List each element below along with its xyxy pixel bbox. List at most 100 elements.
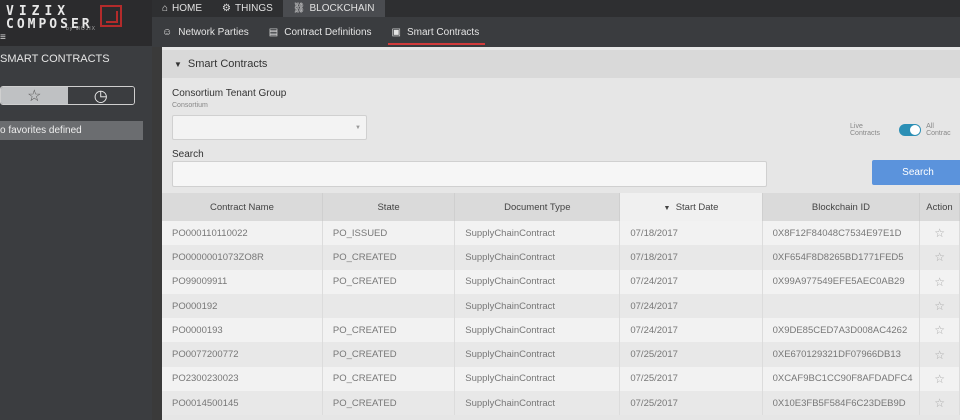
col-start-date[interactable]: ▼ Start Date [619, 193, 763, 221]
sort-desc-icon: ▼ [663, 204, 671, 212]
cell-state: PO_CREATED [322, 269, 456, 294]
panel-title: Smart Contracts [187, 58, 268, 70]
table-row[interactable]: PO0000193 PO_CREATED SupplyChainContract 07… [162, 318, 960, 343]
cell-contract-name: PO0014500145 [162, 391, 323, 416]
top-navigation: ⌂ HOME ⚙ THINGS ⛓ BLOCKCHAIN [152, 0, 960, 17]
cell-document-type: SupplyChainContract [454, 221, 621, 246]
favorite-star-icon[interactable]: ☆ [919, 221, 960, 246]
logo-subtext: by MOJIX [66, 26, 96, 32]
cell-state: PO_CREATED [322, 342, 456, 367]
cell-contract-name: PO0077200772 [162, 342, 323, 367]
cell-blockchain-id: 0X9DE85CED7A3D008AC4262 [762, 318, 921, 343]
cell-blockchain-id: 0X8F12F84048C7534E97E1D [762, 221, 921, 246]
col-document-type[interactable]: Document Type [454, 193, 621, 221]
cell-start-date: 07/25/2017 [619, 342, 763, 367]
favorites-empty-message: o favorites defined [0, 121, 143, 140]
table-row[interactable]: PO99009911 PO_CREATED SupplyChainContract 0… [162, 269, 960, 294]
cell-contract-name: PO99009911 [162, 269, 323, 294]
cell-start-date: 07/25/2017 [619, 366, 763, 392]
nav-things[interactable]: ⚙ THINGS [212, 0, 283, 17]
tab-network-parties-label: Network Parties [178, 26, 249, 38]
app-logo[interactable]: VIZIX COMPOSER by MOJIX ≡ [0, 0, 152, 46]
cell-blockchain-id: 0XE670129321DF07966DB13 [762, 342, 921, 367]
cell-contract-name: PO000110110022 [162, 221, 323, 246]
tab-contract-definitions-label: Contract Definitions [284, 26, 372, 38]
col-contract-name[interactable]: Contract Name [162, 193, 323, 221]
sidebar: VIZIX COMPOSER by MOJIX ≡ SMART CONTRACT… [0, 0, 152, 420]
cell-blockchain-id: 0X99A977549EFE5AEC0AB29 [762, 269, 921, 294]
cell-document-type: SupplyChainContract [454, 269, 621, 294]
table-row[interactable]: PO2300230023 PO_CREATED SupplyChainContrac… [162, 366, 960, 392]
cell-blockchain-id: 0XF654F8D8265BD1771FED5 [762, 245, 921, 270]
document-icon: ▤ [268, 26, 279, 38]
favorites-recent-toggle[interactable]: ☆ ◷ [0, 86, 135, 105]
contracts-toggle-switch[interactable] [899, 124, 922, 136]
cell-document-type: SupplyChainContract [454, 318, 621, 343]
blockchain-icon: ⛓ [292, 3, 306, 14]
star-icon: ☆ [27, 87, 42, 105]
search-button[interactable]: Search [872, 160, 960, 185]
table-row[interactable]: PO000192 SupplyChainContract 07/24/2017 ☆ [162, 293, 960, 319]
cell-blockchain-id: 0XCAF9BC1CC90F8AFDADFC4 [762, 366, 921, 392]
favorite-star-icon[interactable]: ☆ [919, 342, 960, 367]
search-input[interactable] [172, 161, 767, 187]
favorite-star-icon[interactable]: ☆ [919, 366, 960, 392]
cell-contract-name: PO000192 [162, 293, 323, 319]
cell-state: PO_CREATED [322, 391, 456, 416]
home-icon: ⌂ [162, 3, 169, 14]
things-icon: ⚙ [222, 3, 232, 14]
nav-blockchain[interactable]: ⛓ BLOCKCHAIN [282, 0, 385, 17]
table-row[interactable]: PO0077200772 PO_CREATED SupplyChainContrac… [162, 342, 960, 367]
logo-mark-icon [100, 5, 122, 27]
table-row[interactable]: PO000110110022 PO_ISSUED SupplyChainContra… [162, 221, 960, 246]
cell-state: PO_CREATED [322, 318, 456, 343]
col-state[interactable]: State [322, 193, 456, 221]
tab-network-parties[interactable]: ☺ Network Parties [152, 17, 259, 47]
cell-document-type: SupplyChainContract [454, 342, 621, 367]
cell-state: PO_CREATED [322, 245, 456, 270]
cell-start-date: 07/25/2017 [619, 391, 763, 416]
contracts-table: Contract Name State Document Type ▼ Star… [162, 193, 960, 416]
favorite-star-icon[interactable]: ☆ [919, 245, 960, 270]
recent-tab[interactable]: ◷ [67, 87, 134, 105]
col-blockchain-id[interactable]: Blockchain ID [762, 193, 921, 221]
live-contracts-label: Live Contracts [850, 123, 880, 137]
all-contracts-label: All Contrac [926, 123, 951, 137]
col-action: Action [919, 193, 960, 221]
cell-state [322, 293, 456, 319]
favorite-star-icon[interactable]: ☆ [919, 318, 960, 343]
cell-document-type: SupplyChainContract [454, 293, 621, 319]
cell-state: PO_ISSUED [322, 221, 456, 246]
consortium-sublabel: Consortium [172, 102, 208, 109]
tab-smart-contracts[interactable]: ▣ Smart Contracts [382, 17, 490, 47]
contract-icon: ▣ [391, 26, 401, 38]
cell-document-type: SupplyChainContract [454, 366, 621, 392]
nav-blockchain-label: BLOCKCHAIN [309, 3, 375, 14]
nav-home-label: HOME [172, 3, 203, 14]
nav-things-label: THINGS [235, 3, 273, 14]
cell-blockchain-id [762, 293, 921, 319]
sub-navigation: ☺ Network Parties ▤ Contract Definitions… [152, 17, 960, 47]
clock-icon: ◷ [93, 87, 108, 105]
favorite-star-icon[interactable]: ☆ [919, 269, 960, 294]
cell-start-date: 07/24/2017 [619, 293, 763, 319]
consortium-select[interactable]: ▼ [172, 115, 367, 140]
main-panel: ▼ Smart Contracts Consortium Tenant Grou… [162, 47, 960, 420]
cell-document-type: SupplyChainContract [454, 245, 621, 270]
table-row[interactable]: PO0014500145 PO_CREATED SupplyChainContrac… [162, 391, 960, 416]
favorite-star-icon[interactable]: ☆ [919, 293, 960, 319]
tab-smart-contracts-label: Smart Contracts [406, 26, 480, 38]
cell-state: PO_CREATED [322, 366, 456, 392]
table-row[interactable]: PO0000001073ZO8R PO_CREATED SupplyChainCon… [162, 245, 960, 270]
favorite-star-icon[interactable]: ☆ [919, 391, 960, 416]
panel-header[interactable]: ▼ Smart Contracts [162, 50, 960, 78]
nav-home[interactable]: ⌂ HOME [152, 0, 212, 17]
tab-contract-definitions[interactable]: ▤ Contract Definitions [259, 17, 382, 47]
sidebar-title: SMART CONTRACTS [0, 53, 110, 65]
chevron-down-icon: ▼ [355, 125, 361, 131]
cell-start-date: 07/18/2017 [619, 245, 763, 270]
favorites-tab[interactable]: ☆ [1, 87, 68, 104]
people-icon: ☺ [162, 26, 173, 38]
menu-icon[interactable]: ≡ [0, 32, 6, 43]
live-contracts-toggle-group: Live Contracts All Contrac [850, 123, 960, 137]
